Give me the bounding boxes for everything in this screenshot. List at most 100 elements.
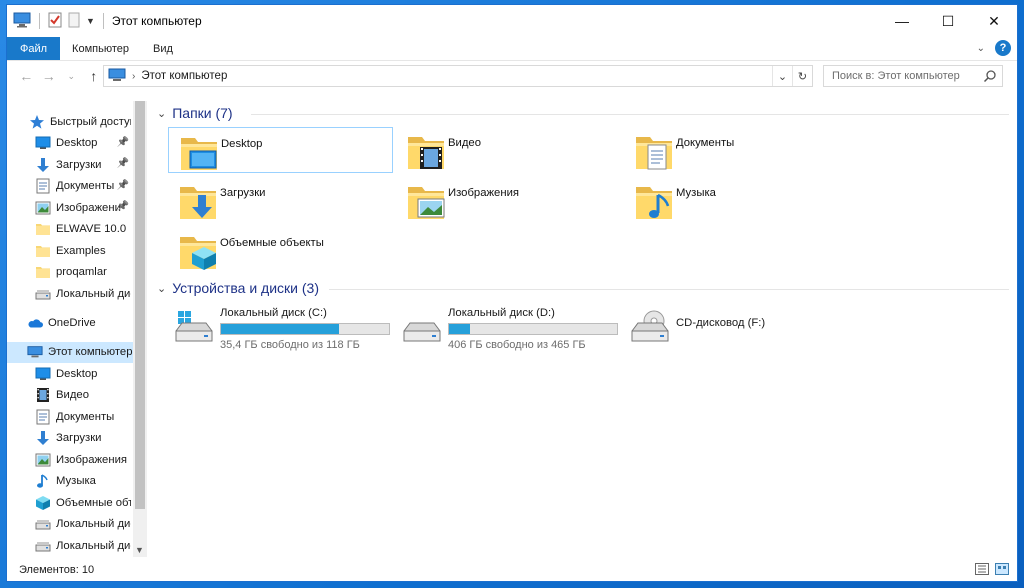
minimize-button[interactable]: — xyxy=(879,5,925,37)
nav-pc-item[interactable]: Desktop xyxy=(7,363,131,384)
details-view-icon[interactable] xyxy=(975,563,989,578)
nav-quick-item[interactable]: ELWAVE 10.0 xyxy=(7,219,131,240)
nav-quick-item[interactable]: proqamlar xyxy=(7,262,131,283)
search-icon[interactable] xyxy=(983,69,997,86)
nav-quick-item[interactable]: Локальный дис xyxy=(7,283,131,304)
tab-view[interactable]: Вид xyxy=(141,37,185,60)
nav-quick-item[interactable]: Examples xyxy=(7,240,131,261)
recent-locations-chevron-icon[interactable]: ⌄ xyxy=(62,71,81,82)
folder-icon xyxy=(35,243,51,259)
downloads-icon xyxy=(35,430,51,446)
folder-label: Загрузки xyxy=(220,187,266,199)
nav-pc-item[interactable]: Музыка xyxy=(7,471,131,492)
refresh-icon[interactable]: ↻ xyxy=(792,66,812,86)
maximize-button[interactable]: ☐ xyxy=(925,5,971,37)
nav-item-label: Объемные объ xyxy=(56,496,131,509)
music-folder-icon xyxy=(634,181,674,221)
collapse-chevron-icon[interactable]: ⌄ xyxy=(157,282,166,295)
computer-icon[interactable] xyxy=(13,12,31,31)
scroll-down-chevron-icon[interactable]: ▼ xyxy=(135,545,144,555)
navigation-scrollbar[interactable]: ▼ xyxy=(133,101,147,557)
nav-item-label: Загрузки xyxy=(56,158,102,171)
folder-tile[interactable]: Загрузки xyxy=(168,177,393,223)
customize-toolbar-chevron-icon[interactable]: ▼ xyxy=(86,16,95,26)
folder-tile[interactable]: Изображения xyxy=(396,177,621,223)
nav-pc-item[interactable]: Изображения xyxy=(7,449,131,470)
help-button[interactable]: ? xyxy=(995,40,1011,56)
nav-pc-item[interactable]: Документы xyxy=(7,406,131,427)
breadcrumb-chevron-icon[interactable]: › xyxy=(132,71,135,82)
downloads-folder-icon xyxy=(178,181,218,221)
downloads-icon xyxy=(35,157,51,173)
ribbon-right-controls: ⌄ ? xyxy=(977,40,1011,56)
nav-item-label: Desktop xyxy=(56,367,98,380)
nav-this-pc[interactable]: Этот компьютер xyxy=(7,341,133,363)
group-divider xyxy=(251,114,1009,115)
separator xyxy=(39,13,40,29)
breadcrumb-path[interactable]: Этот компьютер xyxy=(141,70,227,82)
quick-access-toolbar: ▼ xyxy=(7,12,106,31)
tab-file[interactable]: Файл xyxy=(7,37,61,60)
search-input[interactable]: Поиск в: Этот компьютер xyxy=(823,65,1003,87)
folder-tile[interactable]: Видео xyxy=(396,127,621,173)
pictures-icon xyxy=(35,200,51,216)
expand-ribbon-chevron-icon[interactable]: ⌄ xyxy=(977,43,985,54)
separator xyxy=(102,13,104,29)
nav-item-label: Видео xyxy=(56,389,90,401)
3d-objects-folder-icon xyxy=(178,231,218,271)
drive-tile[interactable]: Локальный диск (C:) 35,4 ГБ свободно из 1… xyxy=(168,301,393,351)
collapse-chevron-icon[interactable]: ⌄ xyxy=(157,107,166,120)
nav-item-label: Документы xyxy=(56,180,115,192)
drive-tile[interactable]: Локальный диск (D:) 406 ГБ свободно из 46… xyxy=(396,301,621,351)
folder-tile[interactable]: Объемные объекты xyxy=(168,227,393,273)
nav-quick-item[interactable]: Загрузки 📌 xyxy=(7,154,131,175)
nav-onedrive[interactable]: OneDrive xyxy=(7,313,131,334)
folders-group-header[interactable]: ⌄ Папки (7) xyxy=(157,105,233,121)
nav-pc-item[interactable]: Видео xyxy=(7,385,131,406)
folder-tile[interactable]: Документы xyxy=(624,127,849,173)
up-arrow-icon[interactable]: ↑ xyxy=(85,68,104,84)
drive-tile[interactable]: CD-дисковод (F:) xyxy=(624,301,849,351)
pin-icon: 📌 xyxy=(116,179,129,191)
nav-item-label: Локальный дис xyxy=(56,518,131,530)
title-bar: ▼ Этот компьютер — ☐ ✕ xyxy=(7,5,1017,37)
address-dropdown-chevron-icon[interactable]: ⌄ xyxy=(772,66,792,86)
nav-quick-item[interactable]: Документы 📌 xyxy=(7,176,131,197)
address-controls: ⌄ ↻ xyxy=(772,66,812,86)
folder-tile[interactable]: Desktop xyxy=(168,127,393,173)
address-bar[interactable]: › Этот компьютер ⌄ ↻ xyxy=(103,65,813,87)
nav-pc-item[interactable]: Загрузки xyxy=(7,428,131,449)
folder-label: Документы xyxy=(676,137,735,149)
nav-pc-item[interactable]: Локальный дис xyxy=(7,514,131,535)
new-folder-icon[interactable] xyxy=(68,12,80,31)
large-icons-view-icon[interactable] xyxy=(995,563,1009,578)
pin-icon: 📌 xyxy=(116,201,129,212)
folder-icon xyxy=(35,221,51,237)
explorer-window: ▼ Этот компьютер — ☐ ✕ Файл Компьютер Ви… xyxy=(6,4,1018,582)
nav-item-label: OneDrive xyxy=(48,317,96,329)
close-button[interactable]: ✕ xyxy=(971,5,1017,37)
nav-pc-item[interactable]: Объемные объ xyxy=(7,492,131,513)
drive-label: Локальный диск (C:) xyxy=(220,307,327,319)
properties-icon[interactable] xyxy=(48,12,62,31)
documents-icon xyxy=(35,178,51,194)
nav-quick-item[interactable]: Изображени 📌 xyxy=(7,197,131,218)
nav-item-label: Быстрый доступ xyxy=(50,115,131,128)
drive-usage-bar xyxy=(448,323,618,335)
nav-quick-access[interactable]: Быстрый доступ xyxy=(7,111,131,132)
folder-tile[interactable]: Музыка xyxy=(624,177,849,223)
nav-item-label: Документы xyxy=(56,410,115,423)
drives-group-header[interactable]: ⌄ Устройства и диски (3) xyxy=(157,280,319,296)
nav-pc-item[interactable]: Локальный дис xyxy=(7,535,131,556)
nav-item-label: Изображени xyxy=(56,201,121,214)
nav-quick-item[interactable]: Desktop 📌 xyxy=(7,133,131,154)
folder-label: Объемные объекты xyxy=(220,237,324,249)
tab-computer[interactable]: Компьютер xyxy=(60,37,141,60)
drive-icon xyxy=(35,286,51,302)
forward-arrow-icon[interactable]: → xyxy=(40,68,59,84)
view-switcher xyxy=(975,563,1009,578)
back-arrow-icon[interactable]: ← xyxy=(17,68,36,84)
scrollbar-thumb[interactable] xyxy=(135,101,145,509)
items-count: Элементов: 10 xyxy=(19,564,95,576)
drive-label: CD-дисковод (F:) xyxy=(676,317,766,329)
